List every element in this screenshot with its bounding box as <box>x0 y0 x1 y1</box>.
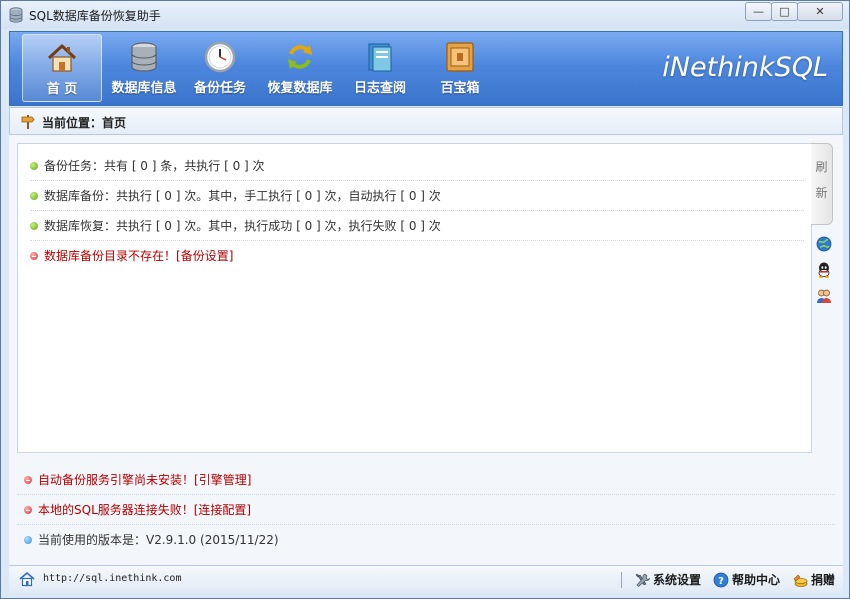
nav-log-view[interactable]: 日志查阅 <box>340 34 420 102</box>
refresh-tab[interactable]: 刷新 <box>811 143 833 225</box>
help-center-link[interactable]: ? 帮助中心 <box>713 571 780 588</box>
status-ok-icon <box>30 222 38 230</box>
minimize-button[interactable]: — <box>745 2 772 21</box>
notice-engine-not-installed: 自动备份服务引擎尚未安装！[引擎管理] <box>17 465 835 495</box>
status-ok-icon <box>30 192 38 200</box>
app-window: SQL数据库备份恢复助手 — □ ✕ 首 页 数据库信息 备份任务 恢复数据库 … <box>0 0 850 599</box>
breadcrumb-text: 当前位置：首页 <box>42 116 127 130</box>
svg-text:?: ? <box>718 576 724 587</box>
summary-row-text: 备份任务：共有 [ 0 ] 条，共执行 [ 0 ] 次 <box>44 159 265 173</box>
status-links: 系统设置 ? 帮助中心 捐赠 <box>611 571 835 588</box>
status-bar: http://sql.inethink.com 系统设置 ? 帮助中心 捐赠 <box>9 565 843 593</box>
donate-link[interactable]: 捐赠 <box>792 571 835 588</box>
box-icon <box>446 42 474 72</box>
summary-row-text: 数据库备份：共执行 [ 0 ] 次。其中，手工执行 [ 0 ] 次，自动执行 [… <box>44 189 441 203</box>
title-bar[interactable]: SQL数据库备份恢复助手 — □ ✕ <box>1 1 849 29</box>
breadcrumb: 当前位置：首页 <box>9 107 843 135</box>
brand-logo: iNethinkSQL <box>662 52 828 83</box>
nav-backup-tasks-label: 备份任务 <box>193 81 246 96</box>
summary-row-backup-tasks: 备份任务：共有 [ 0 ] 条，共执行 [ 0 ] 次 <box>30 151 804 181</box>
nav-backup-tasks[interactable]: 备份任务 <box>180 34 260 102</box>
main-toolbar: 首 页 数据库信息 备份任务 恢复数据库 日志查阅 百宝箱 iNethinkSQ… <box>9 31 843 106</box>
coins-icon <box>793 574 808 587</box>
close-button[interactable]: ✕ <box>797 2 843 21</box>
users-icon[interactable] <box>816 288 832 304</box>
engine-management-link[interactable]: [引擎管理] <box>194 473 251 487</box>
main-content: 备份任务：共有 [ 0 ] 条，共执行 [ 0 ] 次 数据库备份：共执行 [ … <box>9 135 843 565</box>
notice-text: 本地的SQL服务器连接失败！ <box>38 503 194 517</box>
summary-row-database-restore: 数据库恢复：共执行 [ 0 ] 次。其中，执行成功 [ 0 ] 次，执行失败 [… <box>30 211 804 241</box>
database-icon <box>9 7 23 23</box>
clock-icon <box>204 41 236 73</box>
home-icon <box>47 44 77 72</box>
nav-toolbox[interactable]: 百宝箱 <box>420 34 500 102</box>
nav-restore-database[interactable]: 恢复数据库 <box>260 34 340 102</box>
refresh-tab-label: 刷新 <box>815 160 828 200</box>
system-settings-link[interactable]: 系统设置 <box>634 571 701 588</box>
system-settings-label: 系统设置 <box>652 573 701 587</box>
connection-config-link[interactable]: [连接配置] <box>194 503 251 517</box>
maximize-button[interactable]: □ <box>771 2 798 21</box>
nav-restore-database-label: 恢复数据库 <box>267 81 333 96</box>
summary-row-text: 数据库恢复：共执行 [ 0 ] 次。其中，执行成功 [ 0 ] 次，执行失败 [… <box>44 219 441 233</box>
status-error-icon <box>24 476 32 484</box>
summary-row-database-backup: 数据库备份：共执行 [ 0 ] 次。其中，手工执行 [ 0 ] 次，自动执行 [… <box>30 181 804 211</box>
notice-text: 自动备份服务引擎尚未安装！ <box>38 473 195 487</box>
summary-panel: 备份任务：共有 [ 0 ] 条，共执行 [ 0 ] 次 数据库备份：共执行 [ … <box>17 143 812 453</box>
nav-database-info[interactable]: 数据库信息 <box>104 34 184 102</box>
tools-icon <box>635 573 650 587</box>
summary-row-text: 数据库备份目录不存在！ <box>44 249 177 263</box>
divider <box>620 571 622 588</box>
window-title: SQL数据库备份恢复助手 <box>29 9 161 23</box>
notice-list: 自动备份服务引擎尚未安装！[引擎管理] 本地的SQL服务器连接失败！[连接配置]… <box>17 465 835 555</box>
status-ok-icon <box>30 162 38 170</box>
notice-version: 当前使用的版本是：V2.9.1.0 (2015/11/22) <box>17 525 835 555</box>
summary-row-backup-dir-error: 数据库备份目录不存在！[备份设置] <box>30 241 804 271</box>
nav-database-info-label: 数据库信息 <box>111 81 177 96</box>
refresh-icon <box>288 45 312 69</box>
notice-text: 当前使用的版本是：V2.9.1.0 (2015/11/22) <box>38 533 279 547</box>
window-controls: — □ ✕ <box>745 2 843 21</box>
book-icon <box>368 43 392 72</box>
nav-home[interactable]: 首 页 <box>22 34 102 102</box>
database-icon <box>131 42 157 72</box>
signpost-icon <box>21 115 35 129</box>
nav-log-view-label: 日志查阅 <box>353 81 406 96</box>
qq-icon[interactable] <box>816 262 832 278</box>
status-error-icon <box>24 506 32 514</box>
globe-icon[interactable] <box>816 236 832 252</box>
home-icon[interactable] <box>19 571 35 587</box>
status-error-icon <box>30 252 38 260</box>
donate-label: 捐赠 <box>810 573 835 587</box>
nav-toolbox-label: 百宝箱 <box>440 81 480 96</box>
notice-sql-connection-failed: 本地的SQL服务器连接失败！[连接配置] <box>17 495 835 525</box>
help-icon: ? <box>713 572 729 587</box>
help-center-label: 帮助中心 <box>731 573 780 587</box>
backup-settings-link[interactable]: [备份设置] <box>176 249 233 263</box>
status-info-icon <box>24 536 32 544</box>
website-link[interactable]: http://sql.inethink.com <box>43 573 181 584</box>
nav-home-label: 首 页 <box>46 82 78 97</box>
